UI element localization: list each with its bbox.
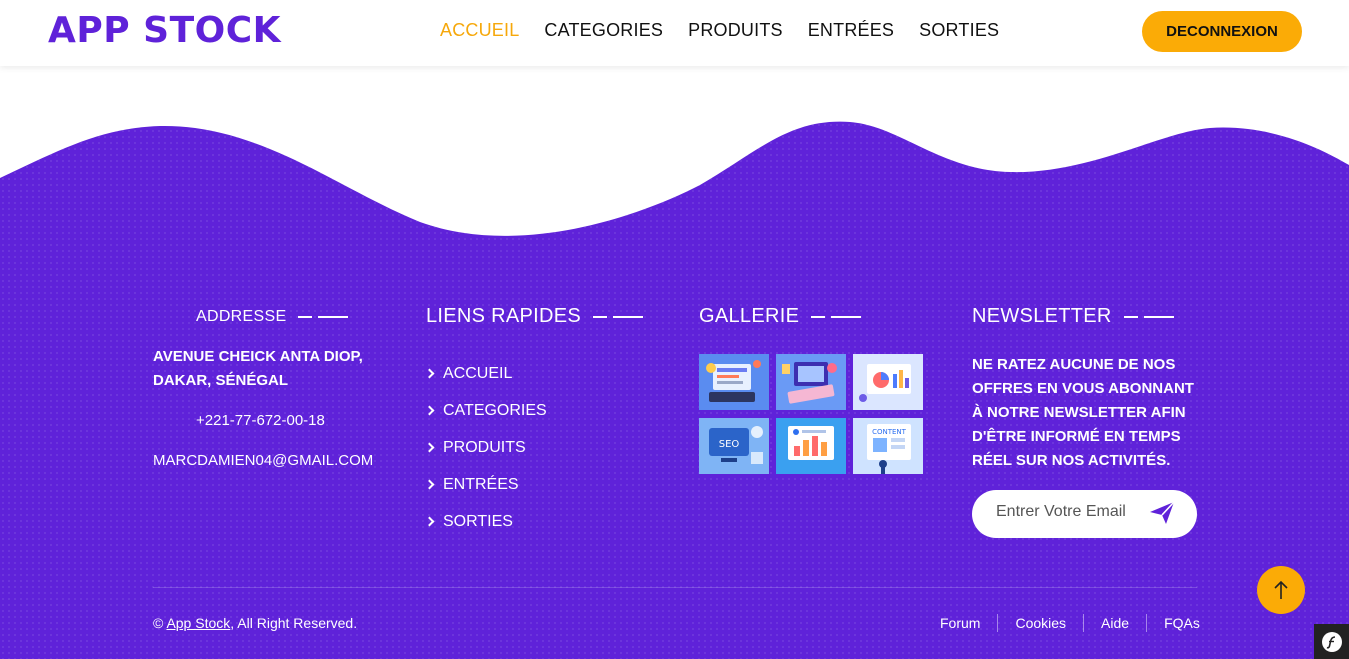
nav-accueil[interactable]: ACCUEIL <box>440 20 519 41</box>
address-lines: AVENUE CHEICK ANTA DIOP, DAKAR, SÉNÉGAL <box>153 345 363 393</box>
address-line-2: DAKAR, SÉNÉGAL <box>153 372 289 389</box>
nav-categories[interactable]: CATEGORIES <box>544 20 663 41</box>
gallery-image-5[interactable] <box>776 418 846 474</box>
newsletter-title: NEWSLETTER <box>972 305 1174 328</box>
bottom-link-forum[interactable]: Forum <box>923 614 997 632</box>
logout-button[interactable]: DECONNEXION <box>1142 11 1302 52</box>
gallery-title-text: GALLERIE <box>699 305 800 327</box>
quick-link-label: ENTRÉES <box>443 475 519 493</box>
newsletter-form <box>972 490 1197 538</box>
back-to-top-button[interactable] <box>1257 566 1305 614</box>
address-line-1: AVENUE CHEICK ANTA DIOP, <box>153 348 363 365</box>
newsletter-title-text: NEWSLETTER <box>972 305 1112 327</box>
gallery-thumb-label: CONTENT <box>872 428 907 436</box>
gallery-image-6[interactable]: CONTENT <box>853 418 923 474</box>
quick-link-sorties[interactable]: SORTIES <box>424 503 547 540</box>
quick-links-title-text: LIENS RAPIDES <box>426 305 582 327</box>
bottom-link-cookies[interactable]: Cookies <box>997 614 1083 632</box>
title-dash <box>593 315 608 318</box>
quick-links-list: ACCUEIL CATEGORIES PRODUITS ENTRÉES SORT… <box>424 355 547 540</box>
gallery-image-1[interactable] <box>699 354 769 410</box>
chevron-right-icon <box>424 516 435 527</box>
title-dash <box>811 315 826 318</box>
title-dash <box>298 316 313 318</box>
gallery-image-2[interactable] <box>776 354 846 410</box>
title-dash <box>613 315 644 318</box>
quick-link-label: PRODUITS <box>443 438 526 456</box>
quick-links-title: LIENS RAPIDES <box>426 305 644 328</box>
title-dash <box>318 316 349 318</box>
phone: +221-77-672-00-18 <box>196 412 325 429</box>
send-button[interactable] <box>1148 500 1178 528</box>
chevron-right-icon <box>424 479 435 490</box>
quick-link-label: ACCUEIL <box>443 364 513 382</box>
address-title-text: ADDRESSE <box>196 308 287 325</box>
title-dash <box>831 315 862 318</box>
email: MARCDAMIEN04@GMAIL.COM <box>153 452 374 469</box>
chevron-right-icon <box>424 368 435 379</box>
symfony-debug-toolbar-toggle[interactable] <box>1314 624 1349 659</box>
quick-link-label: SORTIES <box>443 512 513 530</box>
page: APP STOCK ACCUEIL CATEGORIES PRODUITS EN… <box>0 0 1349 659</box>
copyright-prefix: © <box>153 615 167 631</box>
quick-link-label: CATEGORIES <box>443 401 547 419</box>
quick-link-produits[interactable]: PRODUITS <box>424 429 547 466</box>
bottom-link-fqas[interactable]: FQAs <box>1146 614 1217 632</box>
bottom-link-aide[interactable]: Aide <box>1083 614 1146 632</box>
chevron-right-icon <box>424 442 435 453</box>
quick-link-entrees[interactable]: ENTRÉES <box>424 466 547 503</box>
logo[interactable]: APP STOCK <box>48 10 281 51</box>
copyright-suffix: , All Right Reserved. <box>230 615 358 631</box>
copyright-brand-link[interactable]: App Stock <box>166 615 230 631</box>
quick-link-accueil[interactable]: ACCUEIL <box>424 355 547 392</box>
nav-entrees[interactable]: ENTRÉES <box>808 20 894 41</box>
footer-divider <box>153 587 1197 588</box>
bottom-links: Forum Cookies Aide FQAs <box>923 614 1217 632</box>
gallery-thumb-label: SEO <box>719 439 740 450</box>
title-dash <box>1143 315 1174 318</box>
gallery-grid: SEO CONTENT <box>699 354 923 474</box>
chevron-right-icon <box>424 405 435 416</box>
newsletter-email-input[interactable] <box>996 503 1136 521</box>
send-icon <box>1150 501 1175 524</box>
gallery-image-3[interactable] <box>853 354 923 410</box>
quick-link-categories[interactable]: CATEGORIES <box>424 392 547 429</box>
address-title: ADDRESSE <box>196 308 349 326</box>
newsletter-text: NE RATEZ AUCUNE DE NOS OFFRES EN VOUS AB… <box>972 356 1194 469</box>
gallery-image-4[interactable]: SEO <box>699 418 769 474</box>
arrow-up-icon <box>1274 580 1288 599</box>
symfony-icon <box>1321 631 1342 652</box>
copyright: © App Stock, All Right Reserved. <box>153 615 357 631</box>
nav-produits[interactable]: PRODUITS <box>688 20 783 41</box>
main-nav: ACCUEIL CATEGORIES PRODUITS ENTRÉES SORT… <box>440 20 999 41</box>
nav-sorties[interactable]: SORTIES <box>919 20 999 41</box>
header: APP STOCK ACCUEIL CATEGORIES PRODUITS EN… <box>0 0 1349 66</box>
title-dash <box>1123 315 1138 318</box>
gallery-title: GALLERIE <box>699 305 862 328</box>
